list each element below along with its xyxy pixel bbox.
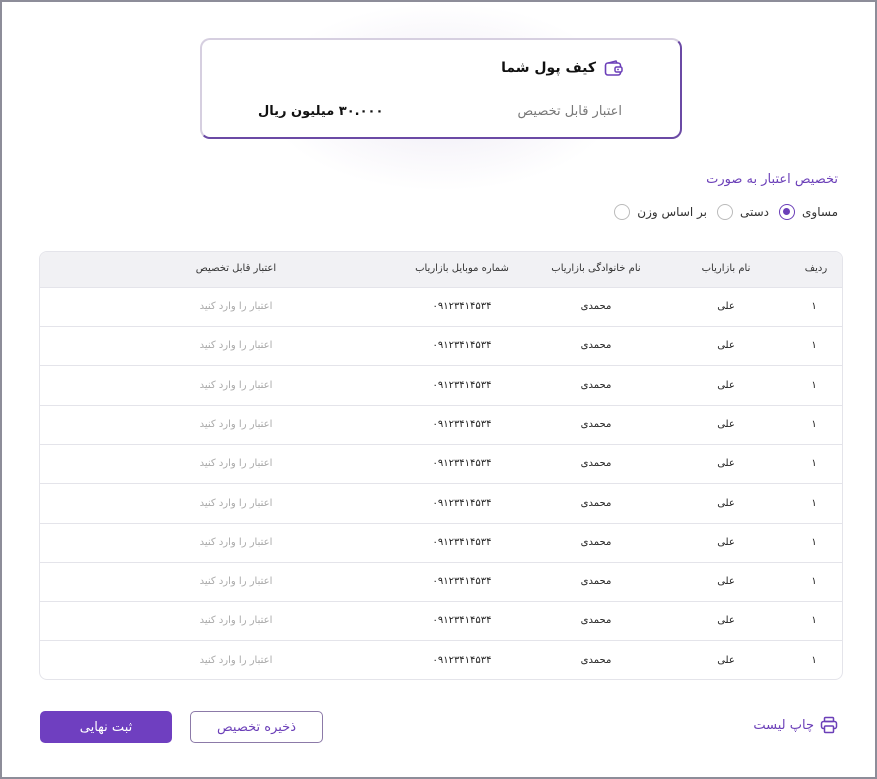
header-first-name: نام بازاریاب xyxy=(701,263,751,274)
header-row-number: ردیف xyxy=(804,263,828,274)
radio-button[interactable] xyxy=(716,204,733,220)
table-row: ۱ علی محمدی ۰۹۱۲۳۴۱۴۵۳۴ اعتبار را وارد کنید xyxy=(40,367,842,406)
save-allocation-button[interactable]: ذخیره تخصیص xyxy=(190,711,323,743)
cell-last-name: محمدی xyxy=(580,458,612,470)
cell-mobile: ۰۹۱۲۳۴۱۴۵۳۴ xyxy=(432,654,492,666)
cell-last-name: محمدی xyxy=(580,654,612,666)
table-row: ۱ علی محمدی ۰۹۱۲۳۴۱۴۵۳۴ اعتبار را وارد کنید xyxy=(40,445,842,485)
table-row: ۱ علی محمدی ۰۹۱۲۳۴۱۴۵۳۴ اعتبار را وارد کنید xyxy=(40,485,842,524)
wallet-card: کیف پول شما اعتبار قابل تخصیص ۳۰.۰۰۰ میل… xyxy=(200,38,682,139)
radio-option-equal[interactable]: مساوی xyxy=(779,204,838,220)
credit-input[interactable]: اعتبار را وارد کنید xyxy=(200,380,273,391)
printer-icon xyxy=(820,716,838,734)
table-row: ۱ علی محمدی ۰۹۱۲۳۴۱۴۵۳۴ اعتبار را وارد کنید xyxy=(40,288,842,327)
credit-input[interactable]: اعتبار را وارد کنید xyxy=(200,458,273,469)
cell-last-name: محمدی xyxy=(580,576,612,588)
print-label: چاپ لیست xyxy=(753,717,814,733)
cell-last-name: محمدی xyxy=(580,615,612,627)
cell-mobile: ۰۹۱۲۳۴۱۴۵۳۴ xyxy=(432,615,492,627)
cell-mobile: ۰۹۱۲۳۴۱۴۵۳۴ xyxy=(432,576,492,588)
cell-last-name: محمدی xyxy=(580,418,612,430)
cell-mobile: ۰۹۱۲۳۴۱۴۵۳۴ xyxy=(432,418,492,430)
wallet-amount: ۳۰.۰۰۰ میلیون ریال xyxy=(258,104,384,119)
cell-mobile: ۰۹۱۲۳۴۱۴۵۳۴ xyxy=(432,379,492,391)
cell-row-number: ۱ xyxy=(811,497,817,509)
cell-mobile: ۰۹۱۲۳۴۱۴۵۳۴ xyxy=(432,497,492,509)
credit-input[interactable]: اعتبار را وارد کنید xyxy=(200,419,273,430)
table-row: ۱ علی محمدی ۰۹۱۲۳۴۱۴۵۳۴ اعتبار را وارد کنید xyxy=(40,524,842,563)
final-submit-button[interactable]: ثبت نهایی xyxy=(40,711,172,743)
wallet-title: کیف پول شما xyxy=(501,60,596,76)
credit-input[interactable]: اعتبار را وارد کنید xyxy=(200,498,273,509)
wallet-icon xyxy=(604,60,623,76)
cell-last-name: محمدی xyxy=(580,340,612,352)
cell-row-number: ۱ xyxy=(811,615,817,627)
header-mobile: شماره موبایل بازاریاب xyxy=(415,263,509,274)
radio-label: دستی xyxy=(739,205,770,219)
table-row: ۱ علی محمدی ۰۹۱۲۳۴۱۴۵۳۴ اعتبار را وارد کنید xyxy=(40,563,842,603)
credit-input[interactable]: اعتبار را وارد کنید xyxy=(200,576,273,587)
cell-row-number: ۱ xyxy=(811,418,817,430)
cell-first-name: علی xyxy=(717,615,735,627)
cell-mobile: ۰۹۱۲۳۴۱۴۵۳۴ xyxy=(432,458,492,470)
credit-input[interactable]: اعتبار را وارد کنید xyxy=(200,340,273,351)
allocation-title: تخصیص اعتبار به صورت xyxy=(706,172,838,187)
cell-first-name: علی xyxy=(717,340,735,352)
cell-first-name: علی xyxy=(717,654,735,666)
cell-row-number: ۱ xyxy=(811,536,817,548)
cell-last-name: محمدی xyxy=(580,536,612,548)
print-list-button[interactable]: چاپ لیست xyxy=(753,716,838,734)
cell-mobile: ۰۹۱۲۳۴۱۴۵۳۴ xyxy=(432,301,492,312)
radio-button[interactable] xyxy=(779,204,796,220)
credit-input[interactable]: اعتبار را وارد کنید xyxy=(200,537,273,548)
cell-first-name: علی xyxy=(717,301,735,312)
table-row: ۱ علی محمدی ۰۹۱۲۳۴۱۴۵۳۴ اعتبار را وارد کنید xyxy=(40,642,842,679)
cell-first-name: علی xyxy=(717,379,735,391)
radio-label: بر اساس وزن xyxy=(637,205,707,219)
cell-last-name: محمدی xyxy=(580,497,612,509)
table-header: ردیف نام بازاریاب نام خانوادگی بازاریاب … xyxy=(40,252,842,288)
page-frame: کیف پول شما اعتبار قابل تخصیص ۳۰.۰۰۰ میل… xyxy=(0,0,877,779)
radio-label: مساوی xyxy=(802,205,838,219)
cell-row-number: ۱ xyxy=(811,340,817,352)
cell-mobile: ۰۹۱۲۳۴۱۴۵۳۴ xyxy=(432,340,492,352)
wallet-credit-label: اعتبار قابل تخصیص xyxy=(517,104,623,119)
cell-first-name: علی xyxy=(717,536,735,548)
table-row: ۱ علی محمدی ۰۹۱۲۳۴۱۴۵۳۴ اعتبار را وارد کنید xyxy=(40,602,842,642)
header-credit: اعتبار قابل تخصیص xyxy=(195,263,277,274)
cell-first-name: علی xyxy=(717,418,735,430)
cell-row-number: ۱ xyxy=(811,379,817,391)
credit-input[interactable]: اعتبار را وارد کنید xyxy=(200,655,273,666)
credit-input[interactable]: اعتبار را وارد کنید xyxy=(200,615,273,626)
cell-row-number: ۱ xyxy=(811,301,817,312)
cell-last-name: محمدی xyxy=(580,379,612,391)
cell-last-name: محمدی xyxy=(580,301,612,312)
cell-first-name: علی xyxy=(717,576,735,588)
radio-option-manual[interactable]: دستی xyxy=(716,204,770,220)
table-row: ۱ علی محمدی ۰۹۱۲۳۴۱۴۵۳۴ اعتبار را وارد کنید xyxy=(40,406,842,445)
cell-row-number: ۱ xyxy=(811,654,817,666)
cell-mobile: ۰۹۱۲۳۴۱۴۵۳۴ xyxy=(432,536,492,548)
credit-input[interactable]: اعتبار را وارد کنید xyxy=(200,301,273,312)
table-row: ۱ علی محمدی ۰۹۱۲۳۴۱۴۵۳۴ اعتبار را وارد کنید xyxy=(40,327,842,367)
header-last-name: نام خانوادگی بازاریاب xyxy=(551,263,641,274)
cell-first-name: علی xyxy=(717,497,735,509)
marketers-table: ردیف نام بازاریاب نام خانوادگی بازاریاب … xyxy=(39,251,843,680)
allocation-radio-group: مساوی دستی بر اساس وزن xyxy=(614,202,838,222)
cell-row-number: ۱ xyxy=(811,458,817,470)
cell-row-number: ۱ xyxy=(811,576,817,588)
radio-button[interactable] xyxy=(614,204,631,220)
radio-option-weight[interactable]: بر اساس وزن xyxy=(614,204,707,220)
cell-first-name: علی xyxy=(717,458,735,470)
